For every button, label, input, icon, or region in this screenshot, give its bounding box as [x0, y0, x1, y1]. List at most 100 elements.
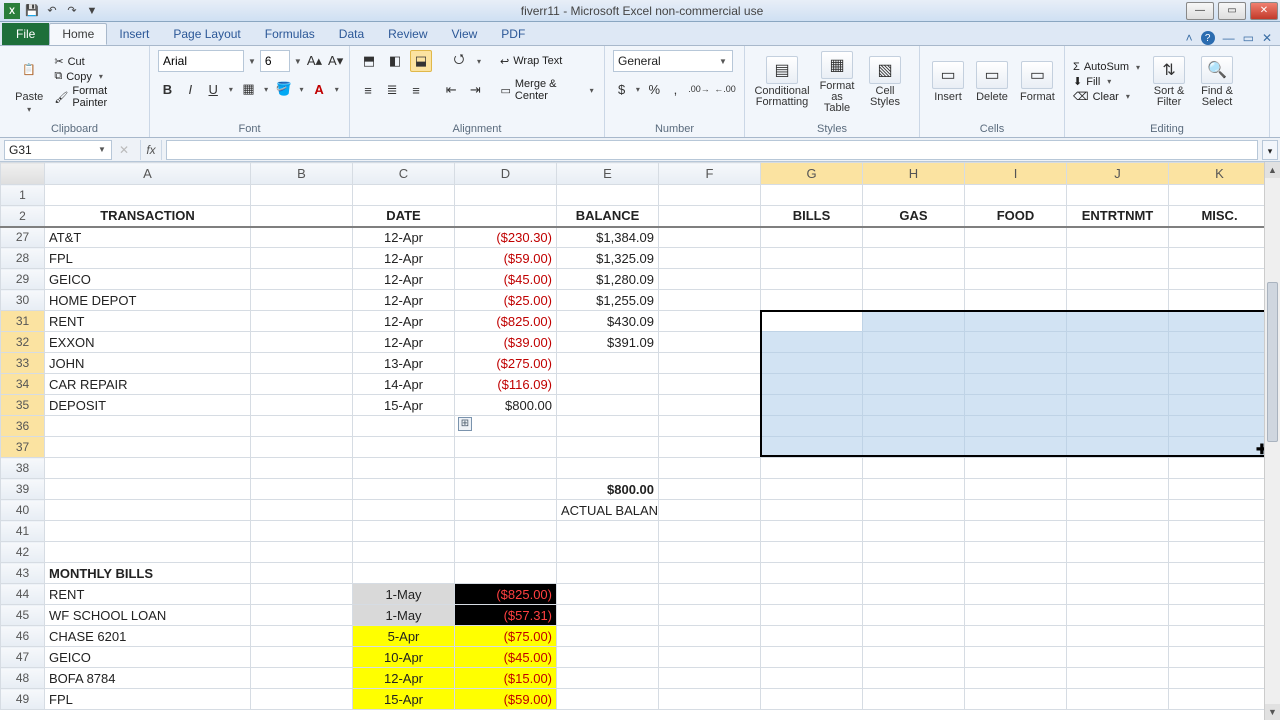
cell-K41[interactable] [1169, 521, 1265, 542]
col-header-C[interactable]: C [353, 163, 455, 185]
cell-D43[interactable] [455, 563, 557, 584]
cell-G34[interactable] [761, 374, 863, 395]
cell-K48[interactable] [1169, 668, 1265, 689]
cell-E34[interactable] [557, 374, 659, 395]
cell-B27[interactable] [251, 227, 353, 248]
cell-J45[interactable] [1067, 605, 1169, 626]
cell-I45[interactable] [965, 605, 1067, 626]
number-format-select[interactable]: General▼ [613, 50, 733, 72]
cut-button[interactable]: ✂Cut [54, 55, 141, 68]
cell-D49[interactable]: ($59.00) [455, 689, 557, 710]
scroll-thumb[interactable] [1267, 282, 1278, 442]
row-header-2[interactable]: 2 [1, 206, 45, 227]
header-cell-H[interactable]: GAS [863, 206, 965, 227]
cell-F49[interactable] [659, 689, 761, 710]
row-header-46[interactable]: 46 [1, 626, 45, 647]
wrap-text-button[interactable]: ↩Wrap Text [500, 55, 562, 68]
conditional-formatting-button[interactable]: ▤Conditional Formatting [753, 54, 811, 110]
col-header-I[interactable]: I [965, 163, 1067, 185]
tab-view[interactable]: View [440, 23, 490, 45]
cell-J49[interactable] [1067, 689, 1169, 710]
cell-C42[interactable] [353, 542, 455, 563]
cell-C29[interactable]: 12-Apr [353, 269, 455, 290]
cell-K29[interactable] [1169, 269, 1265, 290]
undo-icon[interactable]: ↶ [44, 3, 60, 19]
cell-G42[interactable] [761, 542, 863, 563]
row-header-49[interactable]: 49 [1, 689, 45, 710]
cell-J31[interactable] [1067, 311, 1169, 332]
cell-C45[interactable]: 1-May [353, 605, 455, 626]
col-header-D[interactable]: D [455, 163, 557, 185]
row-header-48[interactable]: 48 [1, 668, 45, 689]
cell-I44[interactable] [965, 584, 1067, 605]
cell-F44[interactable] [659, 584, 761, 605]
cell[interactable] [1169, 185, 1265, 206]
cell-A35[interactable]: DEPOSIT [45, 395, 251, 416]
align-top-button[interactable]: ⬒ [358, 50, 380, 72]
cell-A45[interactable]: WF SCHOOL LOAN [45, 605, 251, 626]
align-right-button[interactable]: ≡ [406, 79, 426, 101]
increase-indent-button[interactable]: ⇥ [465, 79, 485, 101]
cell-K33[interactable] [1169, 353, 1265, 374]
workbook-restore-icon[interactable]: ▭ [1243, 31, 1254, 45]
minimize-ribbon-icon[interactable]: ˄ [1186, 31, 1193, 45]
cell-I47[interactable] [965, 647, 1067, 668]
cell-B33[interactable] [251, 353, 353, 374]
row-header-34[interactable]: 34 [1, 374, 45, 395]
cell-I48[interactable] [965, 668, 1067, 689]
cell-C48[interactable]: 12-Apr [353, 668, 455, 689]
cell-C27[interactable]: 12-Apr [353, 227, 455, 248]
cell-D47[interactable]: ($45.00) [455, 647, 557, 668]
align-middle-button[interactable]: ◧ [384, 50, 406, 72]
cell-E43[interactable] [557, 563, 659, 584]
cell-F27[interactable] [659, 227, 761, 248]
cell-J44[interactable] [1067, 584, 1169, 605]
cell-D46[interactable]: ($75.00) [455, 626, 557, 647]
cell-C43[interactable] [353, 563, 455, 584]
cell-H49[interactable] [863, 689, 965, 710]
row-header-35[interactable]: 35 [1, 395, 45, 416]
find-select-button[interactable]: 🔍Find & Select [1195, 54, 1239, 110]
cell-K36[interactable] [1169, 416, 1265, 437]
cell-I37[interactable] [965, 437, 1067, 458]
cell-K42[interactable] [1169, 542, 1265, 563]
cell-B32[interactable] [251, 332, 353, 353]
row-header-43[interactable]: 43 [1, 563, 45, 584]
cell-J32[interactable] [1067, 332, 1169, 353]
autosum-button[interactable]: ΣAutoSum▾ [1073, 61, 1143, 73]
cell-G38[interactable] [761, 458, 863, 479]
cell-I38[interactable] [965, 458, 1067, 479]
vertical-scrollbar[interactable]: ▲ ▼ [1264, 162, 1280, 720]
cell-H38[interactable] [863, 458, 965, 479]
cell-J35[interactable] [1067, 395, 1169, 416]
borders-button[interactable]: ▦ [239, 78, 258, 100]
cell-K47[interactable] [1169, 647, 1265, 668]
cell-E35[interactable] [557, 395, 659, 416]
row-header-45[interactable]: 45 [1, 605, 45, 626]
cell-H36[interactable] [863, 416, 965, 437]
tab-insert[interactable]: Insert [107, 23, 161, 45]
cell-J33[interactable] [1067, 353, 1169, 374]
fill-color-button[interactable]: 🪣 [274, 78, 293, 100]
cell-F32[interactable] [659, 332, 761, 353]
cell-I33[interactable] [965, 353, 1067, 374]
cell-A49[interactable]: FPL [45, 689, 251, 710]
cell-J40[interactable] [1067, 500, 1169, 521]
cell-F30[interactable] [659, 290, 761, 311]
col-header-K[interactable]: K [1169, 163, 1265, 185]
cell-I42[interactable] [965, 542, 1067, 563]
cell-A36[interactable] [45, 416, 251, 437]
cell[interactable] [557, 185, 659, 206]
cell-E41[interactable] [557, 521, 659, 542]
align-bottom-button[interactable]: ⬓ [410, 50, 432, 72]
cell-J28[interactable] [1067, 248, 1169, 269]
cell-D40[interactable] [455, 500, 557, 521]
cell[interactable] [45, 185, 251, 206]
cell-K46[interactable] [1169, 626, 1265, 647]
cell-H37[interactable] [863, 437, 965, 458]
header-cell-B[interactable] [251, 206, 353, 227]
cell-J48[interactable] [1067, 668, 1169, 689]
cell-G44[interactable] [761, 584, 863, 605]
cell-B34[interactable] [251, 374, 353, 395]
delete-cells-button[interactable]: ▭Delete [972, 59, 1012, 105]
